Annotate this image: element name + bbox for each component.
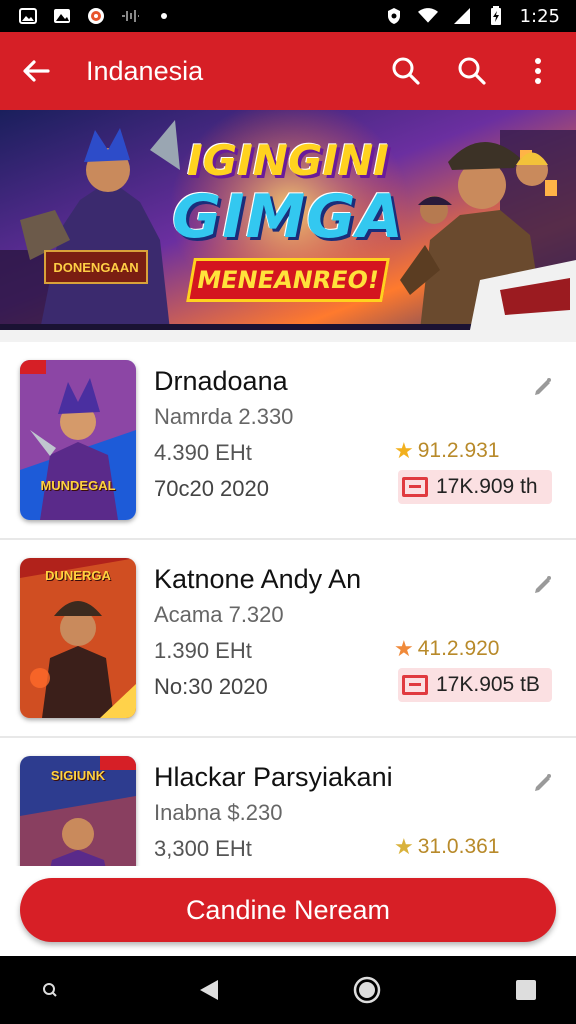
item-more-button[interactable] xyxy=(528,768,558,798)
star-icon: ★ xyxy=(394,438,414,463)
game-list: MUNDEGAL Drnadoana Namrda 2.330 4.390 EH… xyxy=(0,342,576,866)
search-icon xyxy=(458,57,486,85)
assistant-button[interactable] xyxy=(28,968,72,1012)
edit-icon xyxy=(535,378,551,395)
ticket-icon xyxy=(402,675,428,695)
rating-value: 31.0.361 xyxy=(417,835,500,858)
recents-square-icon xyxy=(515,980,536,1000)
bottom-action-area: Candine Neream xyxy=(0,866,576,956)
edit-icon xyxy=(535,576,551,593)
home-circle-icon xyxy=(354,976,381,1004)
game-size: 1.390 EHt xyxy=(154,638,252,663)
price-chip[interactable]: 17K.909 th xyxy=(398,470,552,504)
game-subtitle: Acama 7.320 xyxy=(154,602,284,627)
search-button[interactable] xyxy=(382,47,430,95)
page-title: Indanesia xyxy=(86,55,204,86)
nav-back-button[interactable] xyxy=(187,968,231,1012)
thumbnail-caption: MUNDEGAL xyxy=(40,478,116,493)
dot-icon xyxy=(154,7,174,25)
price-value: 17K.905 tB xyxy=(436,673,540,696)
thumbnail-art xyxy=(20,360,136,520)
search-icon xyxy=(392,57,420,85)
clock: 1:25 xyxy=(519,5,560,27)
back-triangle-icon xyxy=(199,980,218,1000)
vpn-icon xyxy=(384,7,404,25)
game-subtitle: Namrda 2.330 xyxy=(154,404,294,429)
game-thumbnail[interactable]: DUNERGA xyxy=(20,558,136,718)
search-button-secondary[interactable] xyxy=(448,47,496,95)
game-thumbnail[interactable]: MUNDEGAL xyxy=(20,360,136,520)
thumbnail-caption: DUNERGA xyxy=(45,568,111,583)
system-nav-bar xyxy=(0,956,576,1024)
assistant-icon xyxy=(43,983,57,997)
game-thumbnail[interactable]: SIGIUNK xyxy=(20,756,136,866)
thumbnail-caption: SIGIUNK xyxy=(50,768,106,783)
game-rating: ★ 91.2.931 xyxy=(394,438,499,464)
game-title: Hlackar Parsyiakani xyxy=(154,762,393,792)
nav-home-button[interactable] xyxy=(345,968,389,1012)
edit-icon xyxy=(535,774,551,791)
overflow-menu-button[interactable] xyxy=(514,47,562,95)
list-item[interactable]: MUNDEGAL Drnadoana Namrda 2.330 4.390 EH… xyxy=(0,342,576,540)
nav-recents-button[interactable] xyxy=(504,968,548,1012)
battery-icon xyxy=(486,6,506,25)
price-value: 17K.909 th xyxy=(436,475,538,498)
game-date: No:30 2020 xyxy=(154,674,268,699)
record-icon xyxy=(86,7,106,25)
signal-bars-icon xyxy=(120,7,140,25)
star-icon: ★ xyxy=(394,834,414,859)
item-more-button[interactable] xyxy=(528,372,558,402)
ticket-icon xyxy=(402,477,428,497)
wifi-icon xyxy=(417,7,438,25)
more-vertical-icon xyxy=(535,58,541,84)
status-left xyxy=(18,7,174,25)
banner-tagline: MENEANREO! xyxy=(186,258,390,302)
gallery-icon xyxy=(18,7,38,25)
rating-value: 91.2.931 xyxy=(417,439,500,462)
status-right: 1:25 xyxy=(384,6,560,27)
game-size: 4.390 EHt xyxy=(154,440,252,465)
back-button[interactable] xyxy=(14,49,58,93)
game-title: Drnadoana xyxy=(154,366,288,396)
price-chip[interactable]: 17K.905 tB xyxy=(398,668,552,702)
banner-side-label: DONENGAAN xyxy=(44,250,148,284)
status-bar: 1:25 xyxy=(0,0,576,32)
list-item[interactable]: DUNERGA Katnone Andy An Acama 7.320 1.39… xyxy=(0,540,576,738)
list-item[interactable]: SIGIUNK Hlackar Parsyiakani Inabna $.230… xyxy=(0,738,576,866)
game-title: Katnone Andy An xyxy=(154,564,362,594)
game-size: 3,300 EHt xyxy=(154,836,252,861)
promo-banner[interactable]: IGINGINI GIMGA MENEANREO! DONENGAAN xyxy=(0,110,576,330)
app-bar: Indanesia xyxy=(0,32,576,110)
game-date: 70c20 2020 xyxy=(154,476,269,501)
item-more-button[interactable] xyxy=(528,570,558,600)
banner-headline-top: IGINGINI xyxy=(187,136,389,185)
game-rating: ★ 41.2.920 xyxy=(394,636,499,662)
back-arrow-icon xyxy=(23,60,50,82)
game-subtitle: Inabna $.230 xyxy=(154,800,283,825)
primary-action-button[interactable]: Candine Neream xyxy=(20,878,556,942)
game-rating: ★ 31.0.361 xyxy=(394,834,499,860)
rating-value: 41.2.920 xyxy=(417,637,500,660)
signal-icon xyxy=(452,7,472,25)
banner-headline-main: GIMGA xyxy=(172,182,404,252)
star-icon: ★ xyxy=(394,636,414,661)
photo-icon xyxy=(52,7,72,25)
